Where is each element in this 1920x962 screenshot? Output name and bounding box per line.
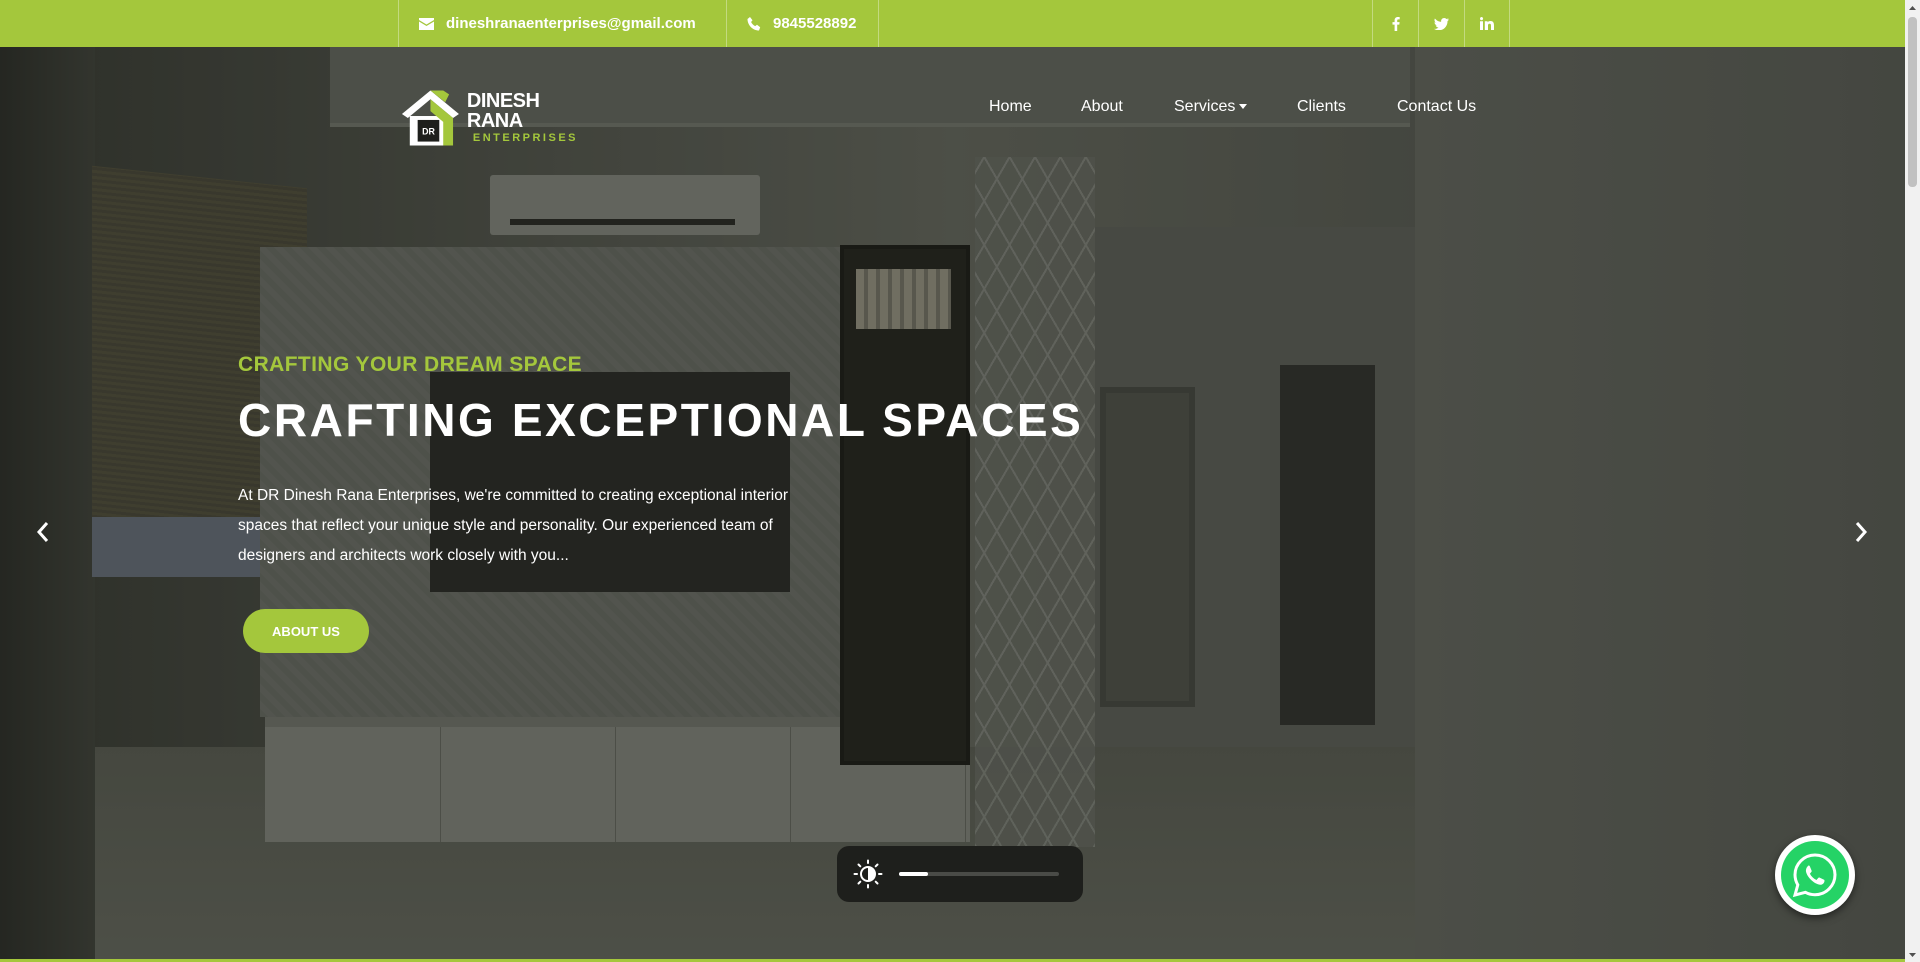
whatsapp-badge	[1781, 841, 1849, 909]
facebook-icon	[1392, 16, 1400, 31]
about-us-button[interactable]: ABOUT US	[243, 609, 369, 653]
envelope-icon	[419, 17, 434, 30]
chevron-right-icon	[1855, 522, 1868, 542]
whatsapp-icon	[1792, 853, 1837, 898]
nav-services-label: Services	[1174, 98, 1236, 115]
phone-icon	[747, 16, 761, 30]
svg-text:DR: DR	[422, 127, 435, 137]
scroll-down-button[interactable]	[1905, 947, 1920, 962]
facebook-link[interactable]	[1372, 0, 1418, 47]
carousel-next-button[interactable]	[1846, 516, 1876, 548]
hero-headline: CRAFTING EXCEPTIONAL SPACES	[238, 394, 1084, 446]
twitter-link[interactable]	[1418, 0, 1464, 47]
chevron-left-icon	[36, 522, 49, 542]
brand-subtitle: ENTERPRISES	[472, 131, 579, 144]
email-link[interactable]: dineshranaenterprises@gmail.com	[398, 0, 726, 47]
scroll-down-arrow-icon	[1909, 952, 1916, 957]
hero-body: At DR Dinesh Rana Enterprises, we're com…	[238, 487, 789, 564]
carousel-prev-button[interactable]	[28, 516, 58, 548]
twitter-icon	[1434, 17, 1449, 30]
brightness-icon[interactable]	[853, 859, 883, 889]
top-contact-bar: dineshranaenterprises@gmail.com 98455288…	[0, 0, 1905, 47]
scroll-up-button[interactable]	[1905, 0, 1920, 15]
linkedin-icon	[1480, 17, 1494, 30]
brand-name: DINESH RANA	[466, 89, 540, 132]
brand-wordmark: DINESH RANA ENTERPRISES	[467, 91, 598, 144]
house-logo-icon: DR	[401, 90, 459, 146]
nav-services[interactable]: Services	[1174, 98, 1248, 116]
page: dineshranaenterprises@gmail.com 98455288…	[0, 0, 1920, 962]
nav-home[interactable]: Home	[989, 98, 1032, 116]
nav-clients[interactable]: Clients	[1297, 98, 1346, 116]
hero-eyebrow: CRAFTING YOUR DREAM SPACE	[238, 353, 583, 376]
brightness-slider[interactable]	[899, 872, 1059, 876]
phone-text: 9845528892	[773, 15, 857, 32]
scrollbar-thumb[interactable]	[1908, 17, 1917, 187]
linkedin-link[interactable]	[1464, 0, 1510, 47]
page-scrollbar[interactable]	[1905, 0, 1920, 962]
scroll-up-arrow-icon	[1909, 5, 1916, 10]
brightness-control	[837, 846, 1083, 902]
brightness-slider-fill	[899, 872, 928, 876]
whatsapp-button[interactable]	[1775, 835, 1855, 915]
phone-link[interactable]: 9845528892	[726, 0, 879, 47]
brand-logo[interactable]: DR DINESH RANA ENTERPRISES	[398, 84, 598, 150]
email-text: dineshranaenterprises@gmail.com	[446, 15, 696, 32]
caret-down-icon	[1239, 104, 1248, 110]
nav-about[interactable]: About	[1081, 98, 1123, 116]
nav-contact-us[interactable]: Contact Us	[1397, 98, 1476, 116]
